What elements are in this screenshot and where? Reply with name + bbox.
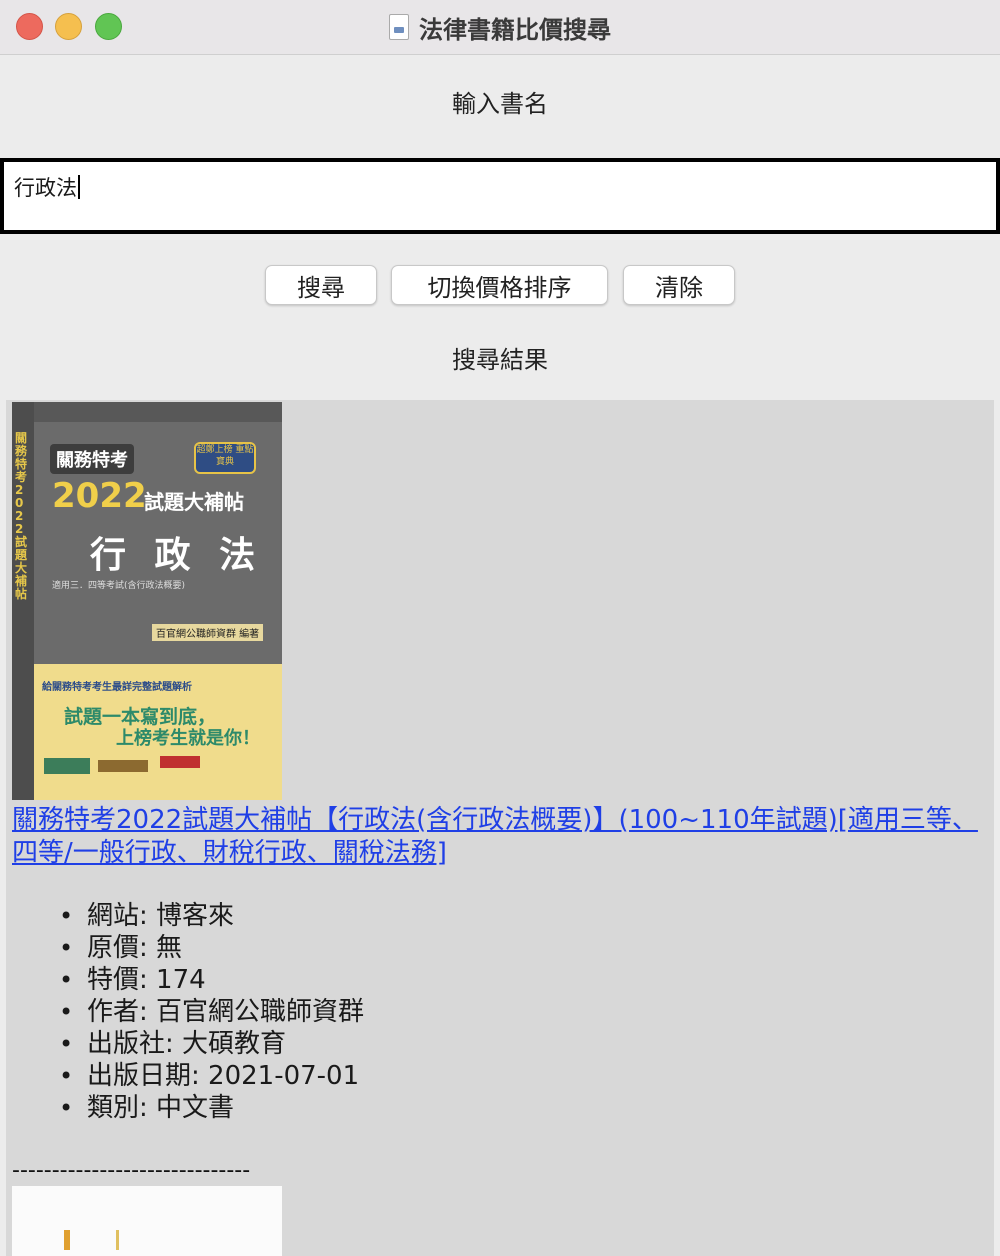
result-separator: ------------------------------: [12, 1158, 251, 1183]
cover-mark: [116, 1230, 119, 1250]
cover-year: 2022: [52, 476, 147, 516]
results-panel[interactable]: 關務特考2022試題大補帖 關務特考 超鄭上榜 重點寶典 2022 試題大補帖 …: [6, 400, 994, 1256]
cover-yellow-line-1: 給關務特考考生最詳完整試題解析: [42, 682, 192, 693]
book-title-link[interactable]: 關務特考2022試題大補帖【行政法(含行政法概要)】(100~110年試題)[適…: [12, 804, 982, 870]
book-cover-image: 關務特考2022試題大補帖 關務特考 超鄭上榜 重點寶典 2022 試題大補帖 …: [12, 402, 282, 800]
cover-publisher-tag: 百官網公職師資群 編著: [152, 624, 264, 641]
cover-subtitle: 試題大補帖: [144, 490, 244, 514]
publisher-logo-3: [160, 756, 200, 768]
detail-publisher: 出版社: 大碩教育: [56, 1028, 364, 1060]
detail-author: 作者: 百官網公職師資群: [56, 996, 364, 1028]
detail-original-price: 原價: 無: [56, 932, 364, 964]
next-book-cover-image: [12, 1186, 282, 1256]
app-window: 法律書籍比價搜尋 輸入書名 行政法 搜尋 切換價格排序 清除 搜尋結果 關務特考…: [0, 0, 1000, 1256]
detail-special-price: 特價: 174: [56, 964, 364, 996]
book-details-list: 網站: 博客來 原價: 無 特價: 174 作者: 百官網公職師資群 出版社: …: [56, 900, 364, 1124]
book-title-input[interactable]: 行政法: [0, 158, 1000, 234]
toggle-sort-button[interactable]: 切換價格排序: [391, 265, 608, 305]
cover-series: 關務特考: [50, 444, 134, 474]
title-bar: 法律書籍比價搜尋: [0, 0, 1000, 55]
publisher-logo: [44, 758, 90, 774]
cover-note: 適用三．四等考試(含行政法概要): [52, 581, 186, 591]
search-input-value[interactable]: 行政法: [14, 172, 80, 202]
cover-spine-text: 關務特考2022試題大補帖: [15, 431, 28, 601]
input-heading: 輸入書名: [452, 90, 548, 118]
cover-badge: 超鄭上榜 重點寶典: [194, 442, 256, 474]
clear-button[interactable]: 清除: [623, 265, 735, 305]
detail-category: 類別: 中文書: [56, 1092, 364, 1124]
search-button[interactable]: 搜尋: [265, 265, 377, 305]
detail-publish-date: 出版日期: 2021-07-01: [56, 1060, 364, 1092]
detail-website: 網站: 博客來: [56, 900, 364, 932]
document-icon: [389, 14, 409, 40]
text-caret: [78, 175, 80, 199]
window-title: 法律書籍比價搜尋: [419, 15, 611, 44]
results-heading: 搜尋結果: [452, 346, 548, 374]
cover-mark: [64, 1230, 70, 1250]
cover-top-band: [34, 402, 282, 422]
cover-main-title: 行 政 法: [90, 535, 264, 576]
publisher-logo-2: [98, 760, 148, 772]
cover-yellow-line-3: 上榜考生就是你！: [116, 728, 260, 749]
